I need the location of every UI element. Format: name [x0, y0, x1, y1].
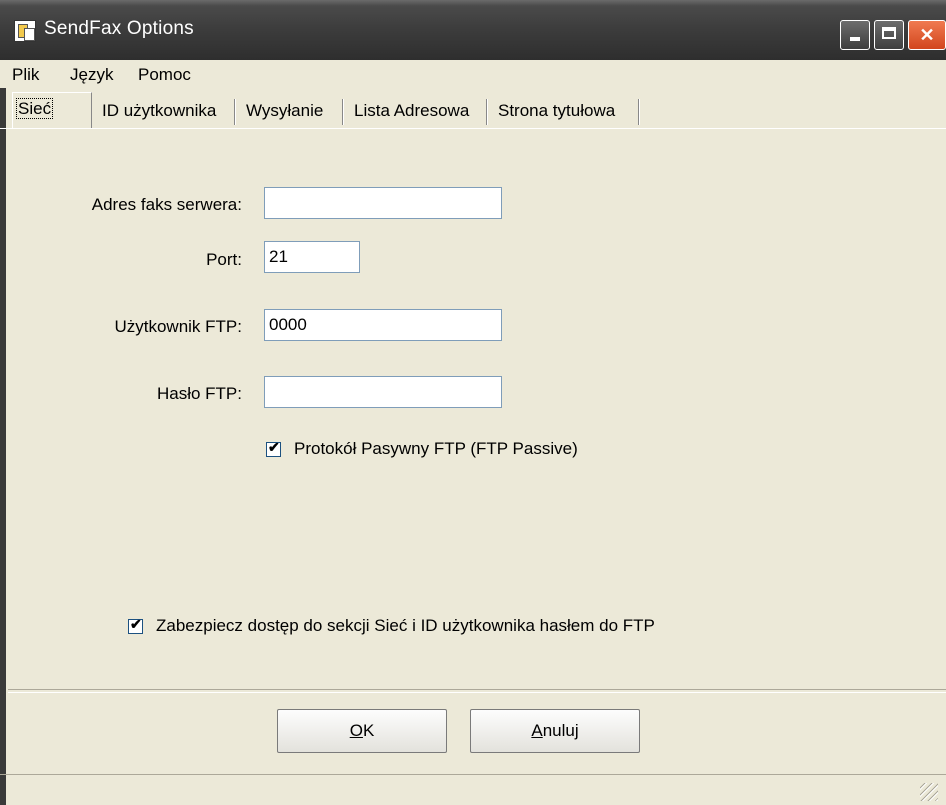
tab-id-uzytkownika[interactable]: ID użytkownika: [98, 95, 236, 127]
tab-id-uzytkownika-label: ID użytkownika: [102, 101, 217, 120]
ok-button[interactable]: OK: [277, 709, 447, 753]
tab-lista-adresowa[interactable]: Lista Adresowa: [350, 95, 488, 127]
app-icon[interactable]: [14, 20, 36, 42]
tab-strona-tytulowa-label: Strona tytułowa: [498, 101, 616, 120]
tab-siec-label: Sieć: [15, 98, 54, 119]
ftp-passive-label: Protokół Pasywny FTP (FTP Passive): [294, 439, 578, 458]
status-bar: [0, 774, 946, 805]
server-address-input[interactable]: [264, 187, 502, 219]
protect-access-label: Zabezpiecz dostęp do sekcji Sieć i ID uż…: [156, 616, 655, 635]
tab-strona-tytulowa[interactable]: Strona tytułowa: [494, 95, 640, 127]
window-title: SendFax Options: [44, 18, 194, 39]
button-area-separator: [8, 689, 946, 693]
cancel-mnemonic: A: [531, 721, 543, 740]
close-button[interactable]: ✕: [908, 20, 946, 50]
ftp-user-input[interactable]: 0000: [264, 309, 502, 341]
ok-label-rest: K: [362, 721, 375, 740]
menu-jezyk[interactable]: Język: [70, 65, 113, 85]
cancel-label-rest: nuluj: [542, 721, 579, 740]
ftp-passive-checkbox[interactable]: [266, 439, 281, 457]
minimize-icon: [850, 37, 860, 41]
tab-siec[interactable]: Sieć: [12, 92, 92, 128]
cancel-button[interactable]: Anuluj: [470, 709, 640, 753]
tab-wysylanie[interactable]: Wysyłanie: [242, 95, 344, 127]
tab-lista-adresowa-label: Lista Adresowa: [354, 101, 470, 120]
server-address-label: Adres faks serwera:: [91, 195, 242, 214]
maximize-button[interactable]: [874, 20, 904, 50]
minimize-button[interactable]: [840, 20, 870, 50]
ftp-password-label: Hasło FTP:: [156, 384, 242, 403]
window-frame-left: [0, 60, 6, 805]
tab-wysylanie-label: Wysyłanie: [246, 101, 324, 120]
title-bar[interactable]: SendFax Options ✕: [0, 0, 946, 60]
menu-pomoc[interactable]: Pomoc: [138, 65, 191, 85]
port-label: Port:: [206, 250, 242, 269]
ok-mnemonic: O: [349, 721, 363, 740]
menu-plik[interactable]: Plik: [12, 65, 39, 85]
maximize-icon: [882, 27, 896, 39]
resize-grip-icon[interactable]: [920, 783, 938, 801]
close-icon: ✕: [919, 25, 935, 45]
ftp-user-label: Użytkownik FTP:: [114, 317, 242, 336]
protect-access-checkbox[interactable]: [128, 616, 143, 634]
port-input[interactable]: 21: [264, 241, 360, 273]
sendfax-options-window: SendFax Options ✕ Plik Język Pomoc Sieć …: [0, 0, 946, 805]
menu-bar: Plik Język Pomoc: [0, 60, 946, 88]
ftp-password-input[interactable]: [264, 376, 502, 408]
